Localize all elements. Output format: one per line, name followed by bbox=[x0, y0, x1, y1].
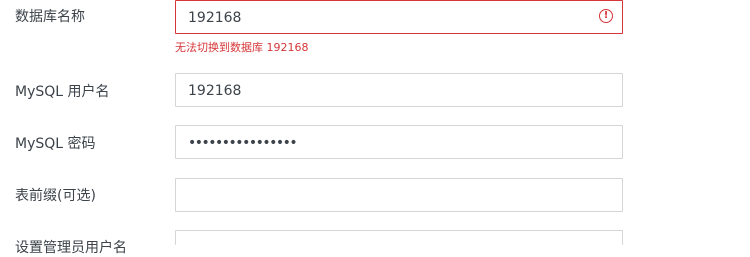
mysql-password-value: •••••••••••••••• bbox=[188, 135, 298, 151]
exclamation-circle-icon: ! bbox=[599, 9, 613, 23]
mysql-user-value: 192168 bbox=[188, 83, 242, 99]
db-name-input[interactable]: 192168 ! bbox=[175, 0, 623, 34]
mysql-password-label: MySQL 密码 bbox=[15, 136, 96, 152]
db-name-label: 数据库名称 bbox=[15, 9, 85, 25]
table-prefix-input[interactable] bbox=[175, 178, 623, 212]
admin-user-input[interactable] bbox=[175, 230, 623, 245]
db-name-value: 192168 bbox=[188, 10, 242, 26]
table-prefix-label: 表前缀(可选) bbox=[15, 188, 96, 204]
admin-user-label: 设置管理员用户名 bbox=[15, 240, 127, 256]
db-name-error-message: 无法切换到数据库 192168 bbox=[175, 41, 309, 54]
mysql-password-input[interactable]: •••••••••••••••• bbox=[175, 125, 623, 159]
mysql-user-input[interactable]: 192168 bbox=[175, 73, 623, 107]
mysql-user-label: MySQL 用户名 bbox=[15, 84, 110, 100]
